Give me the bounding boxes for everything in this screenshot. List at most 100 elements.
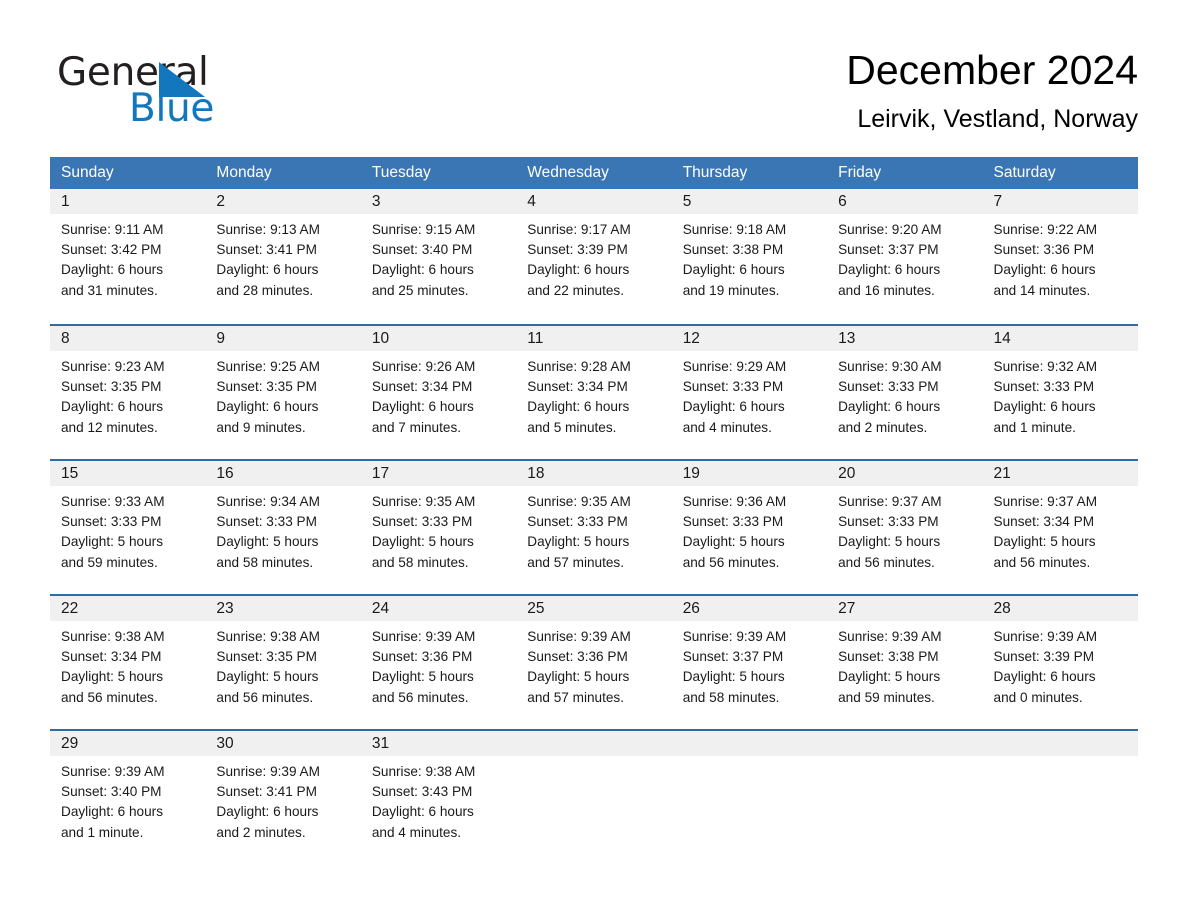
day-cell[interactable]: 1 Sunrise: 9:11 AM Sunset: 3:42 PM Dayli… xyxy=(50,189,206,324)
day-number: 12 xyxy=(671,326,828,351)
daylight-text-line1: Daylight: 6 hours xyxy=(993,262,1096,278)
sunrise-text: Sunrise: 9:13 AM xyxy=(216,222,320,237)
day-number: 1 xyxy=(50,189,206,214)
sunrise-text: Sunrise: 9:18 AM xyxy=(682,222,787,237)
calendar-page: General Blue December 2024 Leirvik, Vest… xyxy=(0,0,1188,918)
daylight-text-line2: and 1 minute. xyxy=(61,824,144,840)
daylight-text-line2: and 58 minutes. xyxy=(216,554,314,570)
day-number: 29 xyxy=(50,731,206,756)
daylight-text-line1: Daylight: 6 hours xyxy=(371,399,474,415)
sunrise-text: Sunrise: 9:39 AM xyxy=(216,764,320,779)
day-number: 14 xyxy=(982,326,1138,351)
day-number: 30 xyxy=(205,731,361,756)
day-cell[interactable]: 7 Sunrise: 9:22 AM Sunset: 3:36 PM Dayli… xyxy=(982,189,1138,324)
day-info: Sunrise: 9:22 AM Sunset: 3:36 PM Dayligh… xyxy=(983,214,1138,301)
sunset-text: Sunset: 3:36 PM xyxy=(993,242,1095,258)
daylight-text-line2: and 12 minutes. xyxy=(61,419,158,435)
daylight-text-line2: and 28 minutes. xyxy=(216,282,314,298)
day-number: 24 xyxy=(360,596,517,621)
sunset-text: Sunset: 3:33 PM xyxy=(993,379,1095,395)
daylight-text-line2: and 16 minutes. xyxy=(838,282,935,298)
day-number: 17 xyxy=(360,461,517,486)
daylight-text-line2: and 0 minutes. xyxy=(993,689,1083,705)
day-info: Sunrise: 9:39 AM Sunset: 3:40 PM Dayligh… xyxy=(50,756,205,843)
sunset-text: Sunset: 3:33 PM xyxy=(682,514,784,530)
day-number: 13 xyxy=(827,326,983,351)
daylight-text-line2: and 57 minutes. xyxy=(527,554,624,570)
day-cell[interactable]: 12 Sunrise: 9:29 AM Sunset: 3:33 PM Dayl… xyxy=(671,326,828,459)
day-cell[interactable]: 15 Sunrise: 9:33 AM Sunset: 3:33 PM Dayl… xyxy=(50,461,206,594)
day-info: Sunrise: 9:37 AM Sunset: 3:33 PM Dayligh… xyxy=(827,486,982,573)
daylight-text-line2: and 7 minutes. xyxy=(371,419,462,435)
sunset-text: Sunset: 3:43 PM xyxy=(371,784,473,800)
day-cell[interactable]: 16 Sunrise: 9:34 AM Sunset: 3:33 PM Dayl… xyxy=(205,461,361,594)
day-cell[interactable]: 5 Sunrise: 9:18 AM Sunset: 3:38 PM Dayli… xyxy=(671,189,828,324)
day-cell[interactable]: 29 Sunrise: 9:39 AM Sunset: 3:40 PM Dayl… xyxy=(50,731,206,849)
day-info: Sunrise: 9:38 AM Sunset: 3:43 PM Dayligh… xyxy=(361,756,516,843)
day-cell[interactable]: 18 Sunrise: 9:35 AM Sunset: 3:33 PM Dayl… xyxy=(516,461,672,594)
sunrise-text: Sunrise: 9:37 AM xyxy=(838,494,942,509)
day-cell[interactable]: 2 Sunrise: 9:13 AM Sunset: 3:41 PM Dayli… xyxy=(205,189,361,324)
day-cell[interactable]: 31 Sunrise: 9:38 AM Sunset: 3:43 PM Dayl… xyxy=(360,731,517,849)
sunrise-text: Sunrise: 9:39 AM xyxy=(838,629,942,644)
day-cell[interactable]: 11 Sunrise: 9:28 AM Sunset: 3:34 PM Dayl… xyxy=(516,326,672,459)
day-info: Sunrise: 9:34 AM Sunset: 3:33 PM Dayligh… xyxy=(205,486,360,573)
day-cell[interactable]: 4 Sunrise: 9:17 AM Sunset: 3:39 PM Dayli… xyxy=(516,189,672,324)
daylight-text-line2: and 56 minutes. xyxy=(838,554,935,570)
daylight-text-line2: and 2 minutes. xyxy=(838,419,928,435)
sunset-text: Sunset: 3:35 PM xyxy=(216,379,317,395)
day-cell[interactable]: 27 Sunrise: 9:39 AM Sunset: 3:38 PM Dayl… xyxy=(827,596,983,729)
day-cell[interactable]: 25 Sunrise: 9:39 AM Sunset: 3:36 PM Dayl… xyxy=(516,596,672,729)
sunset-text: Sunset: 3:35 PM xyxy=(216,649,317,665)
day-info: Sunrise: 9:35 AM Sunset: 3:33 PM Dayligh… xyxy=(361,486,516,573)
day-cell[interactable]: 10 Sunrise: 9:26 AM Sunset: 3:34 PM Dayl… xyxy=(360,326,517,459)
day-cell[interactable]: 22 Sunrise: 9:38 AM Sunset: 3:34 PM Dayl… xyxy=(50,596,206,729)
day-number: 10 xyxy=(360,326,517,351)
sunrise-text: Sunrise: 9:23 AM xyxy=(61,359,165,374)
sunrise-text: Sunrise: 9:30 AM xyxy=(838,359,942,374)
general-blue-logo[interactable]: General Blue xyxy=(57,52,287,130)
day-cell[interactable]: 23 Sunrise: 9:38 AM Sunset: 3:35 PM Dayl… xyxy=(205,596,361,729)
day-cell[interactable]: 24 Sunrise: 9:39 AM Sunset: 3:36 PM Dayl… xyxy=(360,596,517,729)
daylight-text-line2: and 56 minutes. xyxy=(216,689,314,705)
day-cell[interactable]: 17 Sunrise: 9:35 AM Sunset: 3:33 PM Dayl… xyxy=(360,461,517,594)
sunrise-text: Sunrise: 9:33 AM xyxy=(61,494,165,509)
day-cell[interactable]: 13 Sunrise: 9:30 AM Sunset: 3:33 PM Dayl… xyxy=(827,326,983,459)
day-info: Sunrise: 9:39 AM Sunset: 3:38 PM Dayligh… xyxy=(827,621,982,708)
day-cell[interactable]: 28 Sunrise: 9:39 AM Sunset: 3:39 PM Dayl… xyxy=(982,596,1138,729)
day-cell[interactable]: 30 Sunrise: 9:39 AM Sunset: 3:41 PM Dayl… xyxy=(205,731,361,849)
week-row: 29 Sunrise: 9:39 AM Sunset: 3:40 PM Dayl… xyxy=(50,729,1138,849)
logo-text-blue: Blue xyxy=(129,86,215,131)
day-cell[interactable]: 21 Sunrise: 9:37 AM Sunset: 3:34 PM Dayl… xyxy=(982,461,1138,594)
day-cell[interactable]: 19 Sunrise: 9:36 AM Sunset: 3:33 PM Dayl… xyxy=(671,461,828,594)
daylight-text-line1: Daylight: 5 hours xyxy=(838,534,941,550)
sunset-text: Sunset: 3:40 PM xyxy=(61,784,162,800)
daylight-text-line1: Daylight: 5 hours xyxy=(682,669,785,685)
sunset-text: Sunset: 3:33 PM xyxy=(682,379,784,395)
sunset-text: Sunset: 3:34 PM xyxy=(993,514,1095,530)
day-cell[interactable]: 20 Sunrise: 9:37 AM Sunset: 3:33 PM Dayl… xyxy=(827,461,983,594)
day-cell[interactable]: 6 Sunrise: 9:20 AM Sunset: 3:37 PM Dayli… xyxy=(827,189,983,324)
sunset-text: Sunset: 3:33 PM xyxy=(61,514,162,530)
day-cell[interactable]: 3 Sunrise: 9:15 AM Sunset: 3:40 PM Dayli… xyxy=(360,189,517,324)
daylight-text-line2: and 57 minutes. xyxy=(527,689,624,705)
daylight-text-line1: Daylight: 5 hours xyxy=(216,534,319,550)
day-number: 4 xyxy=(516,189,672,214)
day-cell[interactable]: 26 Sunrise: 9:39 AM Sunset: 3:37 PM Dayl… xyxy=(671,596,828,729)
day-info: Sunrise: 9:20 AM Sunset: 3:37 PM Dayligh… xyxy=(827,214,982,301)
day-cell[interactable]: 14 Sunrise: 9:32 AM Sunset: 3:33 PM Dayl… xyxy=(982,326,1138,459)
daylight-text-line2: and 4 minutes. xyxy=(682,419,772,435)
daylight-text-line2: and 56 minutes. xyxy=(371,689,469,705)
day-info: Sunrise: 9:36 AM Sunset: 3:33 PM Dayligh… xyxy=(672,486,827,573)
weekday-header-row: Sunday Monday Tuesday Wednesday Thursday… xyxy=(50,157,1138,189)
sunrise-text: Sunrise: 9:38 AM xyxy=(216,629,320,644)
calendar-grid: Sunday Monday Tuesday Wednesday Thursday… xyxy=(50,157,1138,849)
sunrise-text: Sunrise: 9:39 AM xyxy=(371,629,476,644)
day-cell[interactable]: 8 Sunrise: 9:23 AM Sunset: 3:35 PM Dayli… xyxy=(50,326,206,459)
day-info: Sunrise: 9:39 AM Sunset: 3:41 PM Dayligh… xyxy=(205,756,360,843)
sunrise-text: Sunrise: 9:20 AM xyxy=(838,222,942,237)
day-info: Sunrise: 9:39 AM Sunset: 3:37 PM Dayligh… xyxy=(672,621,827,708)
day-info: Sunrise: 9:37 AM Sunset: 3:34 PM Dayligh… xyxy=(983,486,1138,573)
day-cell-empty xyxy=(827,731,983,849)
day-cell[interactable]: 9 Sunrise: 9:25 AM Sunset: 3:35 PM Dayli… xyxy=(205,326,361,459)
